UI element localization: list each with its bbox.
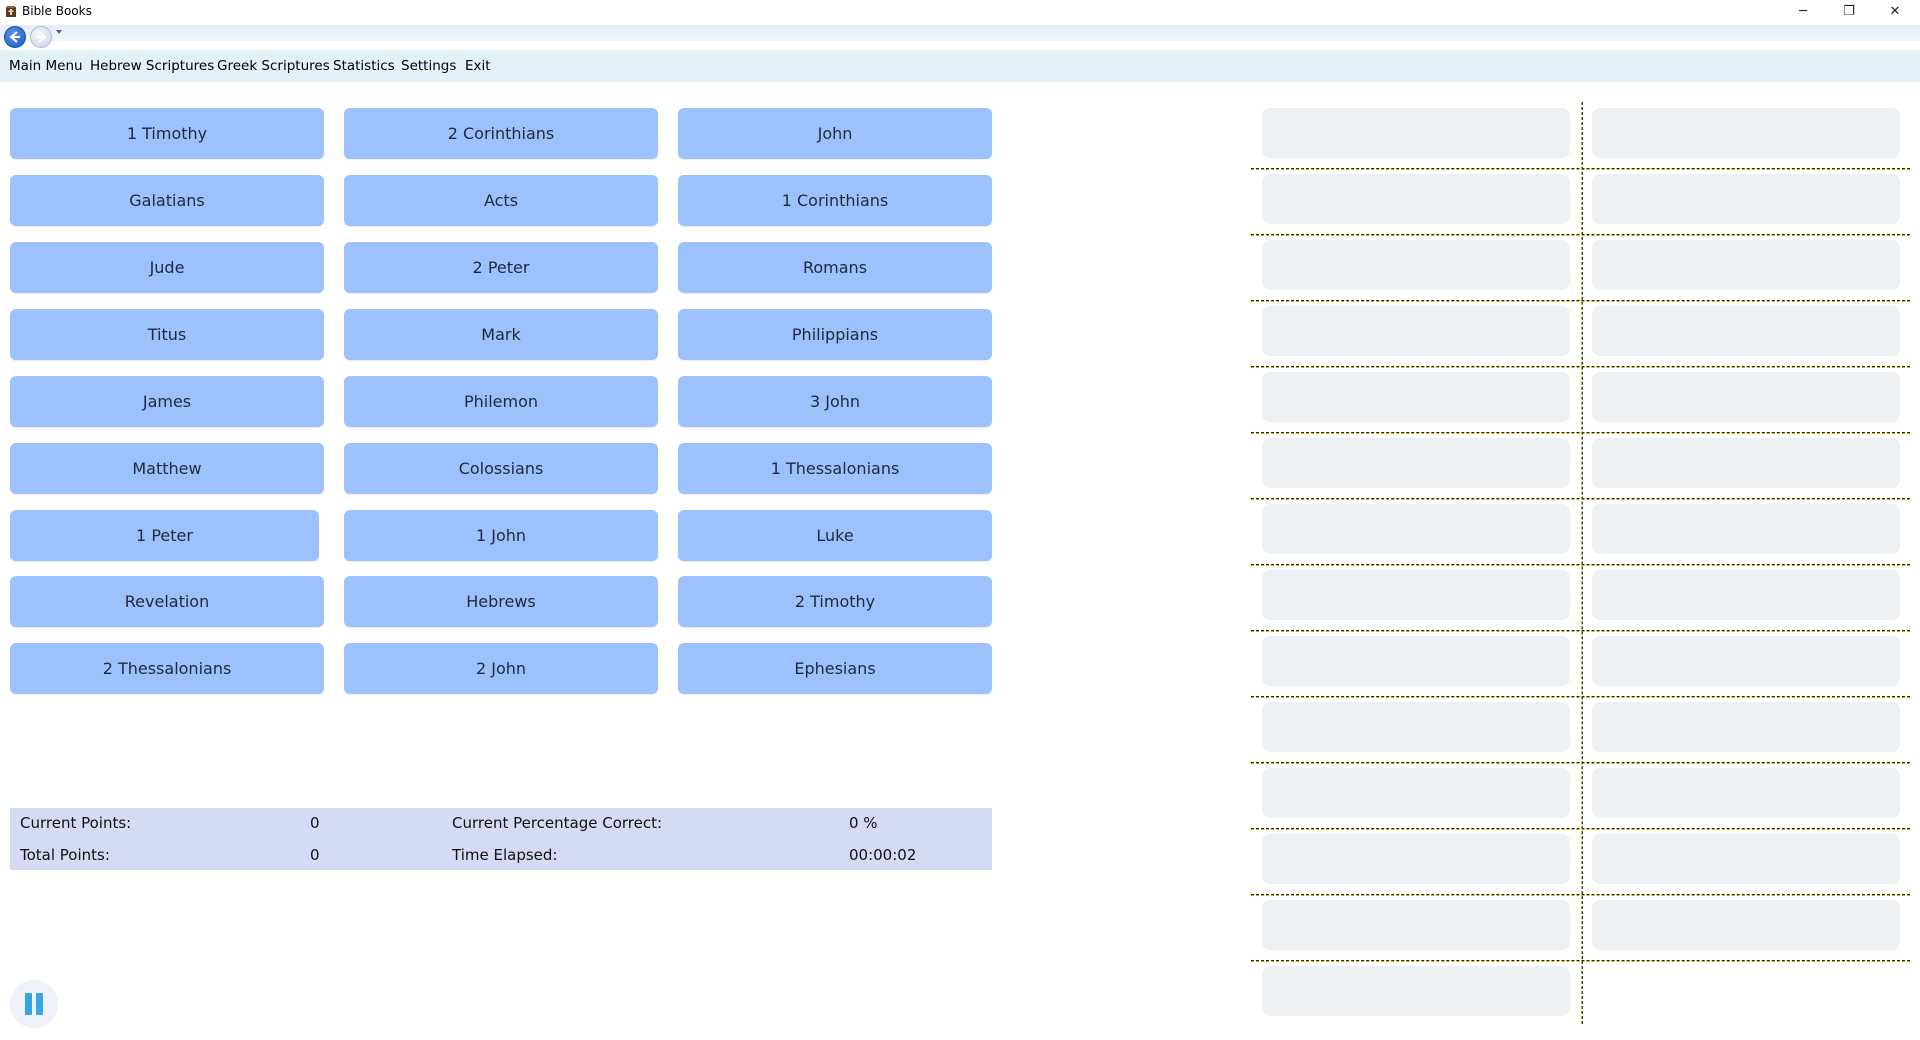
book-button[interactable]: 1 John: [344, 510, 658, 561]
menu-statistics[interactable]: Statistics: [333, 58, 395, 74]
menu-exit[interactable]: Exit: [465, 58, 491, 74]
drop-slot[interactable]: [1262, 108, 1570, 158]
drop-slot[interactable]: [1262, 966, 1570, 1016]
menu-settings[interactable]: Settings: [401, 58, 456, 74]
book-button[interactable]: 2 John: [344, 643, 658, 694]
drop-slot[interactable]: [1592, 174, 1900, 224]
book-button[interactable]: 2 Peter: [344, 242, 658, 293]
drop-slot[interactable]: [1262, 702, 1570, 752]
stats-panel: Current Points: 0 Current Percentage Cor…: [10, 808, 992, 870]
book-button[interactable]: John: [678, 108, 992, 159]
drop-slot[interactable]: [1592, 372, 1900, 422]
drop-slot[interactable]: [1592, 702, 1900, 752]
book-button[interactable]: Mark: [344, 309, 658, 360]
book-button[interactable]: Galatians: [10, 175, 324, 226]
book-button[interactable]: Colossians: [344, 443, 658, 494]
drop-slot[interactable]: [1592, 834, 1900, 884]
book-button[interactable]: 1 Corinthians: [678, 175, 992, 226]
drop-slot[interactable]: [1262, 306, 1570, 356]
drop-slot[interactable]: [1592, 900, 1900, 950]
total-points-label: Total Points:: [20, 846, 110, 864]
column-separator: [1582, 102, 1583, 1024]
forward-arrow-icon[interactable]: [30, 26, 52, 48]
drop-slot[interactable]: [1262, 438, 1570, 488]
current-points-label: Current Points:: [20, 814, 132, 832]
drop-slot[interactable]: [1262, 174, 1570, 224]
current-points-value: 0: [310, 814, 320, 832]
book-button[interactable]: Matthew: [10, 443, 324, 494]
book-button[interactable]: Luke: [678, 510, 992, 561]
back-arrow-icon[interactable]: [4, 26, 26, 48]
book-button[interactable]: Titus: [10, 309, 324, 360]
book-button[interactable]: 3 John: [678, 376, 992, 427]
drop-slot[interactable]: [1592, 240, 1900, 290]
pause-bar: [36, 993, 43, 1015]
book-button[interactable]: Philemon: [344, 376, 658, 427]
drop-slot[interactable]: [1262, 834, 1570, 884]
drop-slot[interactable]: [1592, 504, 1900, 554]
book-button[interactable]: 1 Timothy: [10, 108, 324, 159]
bible-book-icon: [6, 6, 16, 17]
book-button[interactable]: Ephesians: [678, 643, 992, 694]
book-button[interactable]: Romans: [678, 242, 992, 293]
percentage-correct-label: Current Percentage Correct:: [452, 814, 663, 832]
total-points-value: 0: [310, 846, 320, 864]
drop-slot[interactable]: [1262, 240, 1570, 290]
percentage-correct-value: 0 %: [849, 814, 878, 832]
drop-slot[interactable]: [1262, 372, 1570, 422]
drop-slot[interactable]: [1592, 768, 1900, 818]
book-button[interactable]: Philippians: [678, 309, 992, 360]
book-button[interactable]: 1 Thessalonians: [678, 443, 992, 494]
book-button[interactable]: Revelation: [10, 576, 324, 627]
book-button[interactable]: 2 Timothy: [678, 576, 992, 627]
book-button[interactable]: James: [10, 376, 324, 427]
drop-slot[interactable]: [1262, 570, 1570, 620]
navigation-bar: [0, 25, 1920, 41]
restore-button[interactable]: ❐: [1826, 0, 1872, 22]
minimize-button[interactable]: ─: [1780, 0, 1826, 22]
book-button[interactable]: 2 Corinthians: [344, 108, 658, 159]
drop-slot[interactable]: [1262, 504, 1570, 554]
window-title: Bible Books: [22, 4, 92, 18]
time-elapsed-value: 00:00:02: [849, 846, 917, 864]
book-button[interactable]: 2 Thessalonians: [10, 643, 324, 694]
menu-hebrew-scriptures[interactable]: Hebrew Scriptures: [90, 58, 214, 74]
pause-bar: [25, 993, 32, 1015]
book-button[interactable]: 1 Peter: [10, 510, 319, 561]
drop-slot[interactable]: [1592, 108, 1900, 158]
drop-slot[interactable]: [1262, 768, 1570, 818]
pause-icon[interactable]: [10, 980, 58, 1028]
drop-slot[interactable]: [1592, 570, 1900, 620]
drop-slot[interactable]: [1592, 636, 1900, 686]
drop-slot[interactable]: [1262, 636, 1570, 686]
time-elapsed-label: Time Elapsed:: [452, 846, 558, 864]
title-bar: Bible Books ─ ❐ ✕: [0, 0, 1920, 25]
book-button[interactable]: Acts: [344, 175, 658, 226]
menu-main-menu[interactable]: Main Menu: [9, 58, 83, 74]
history-dropdown-icon[interactable]: [56, 30, 62, 34]
book-button[interactable]: Hebrews: [344, 576, 658, 627]
drop-slot[interactable]: [1592, 438, 1900, 488]
drop-slot[interactable]: [1592, 306, 1900, 356]
close-button[interactable]: ✕: [1872, 0, 1918, 22]
menu-greek-scriptures[interactable]: Greek Scriptures: [217, 58, 330, 74]
book-button[interactable]: Jude: [10, 242, 324, 293]
drop-slot[interactable]: [1262, 900, 1570, 950]
